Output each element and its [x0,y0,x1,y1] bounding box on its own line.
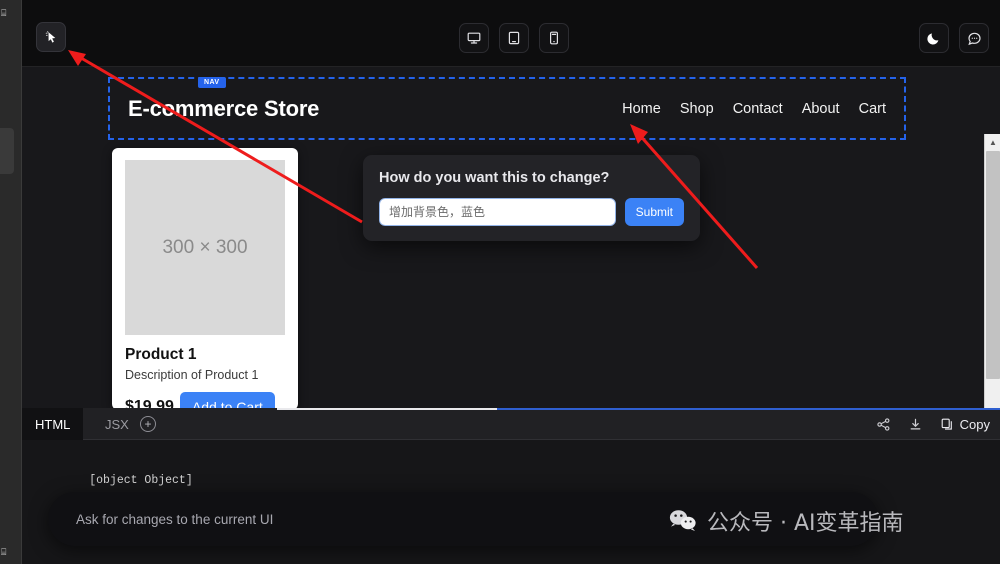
product-price: $19.99 [125,398,174,408]
nav-link-cart[interactable]: Cart [859,101,886,117]
rail-glyph-top: ⌸ [1,8,7,18]
watermark-text: 公众号 · AI变革指南 [707,511,904,536]
chat-bubble-icon[interactable] [959,23,989,53]
preview-toolbar [22,0,1000,67]
submit-button[interactable]: Submit [624,198,684,226]
mobile-icon[interactable] [539,23,569,53]
preview-pane: NAV E-commerce Store Home Shop Contact A… [22,0,1000,408]
brand-title: E-commerce Store [128,95,320,121]
dialog-title: How do you want this to change? [379,170,610,186]
wechat-icon [669,510,696,531]
product-image-placeholder: 300 × 300 [125,160,285,335]
nav-link-contact[interactable]: Contact [733,101,783,117]
tab-html[interactable]: HTML [22,408,84,440]
product-footer: $19.99 Add to Cart [125,392,285,408]
dialog-input-row: Submit [379,198,684,226]
tablet-icon[interactable] [499,23,529,53]
rail-active-chip[interactable] [0,128,14,174]
selection-badge: NAV [198,77,227,88]
preview-scrollbar[interactable]: ▲ ▼ [984,134,1000,408]
chat-input-placeholder[interactable]: Ask for changes to the current UI [76,512,273,527]
site-header-nav[interactable]: NAV E-commerce Store Home Shop Contact A… [108,77,906,140]
editor-tabbar: HTML JSX + Copy [22,408,1000,440]
download-icon[interactable] [908,417,923,432]
product-card[interactable]: 300 × 300 Product 1 Description of Produ… [112,148,298,408]
add-to-cart-button[interactable]: Add to Cart [179,392,275,408]
share-icon[interactable] [876,417,891,432]
desktop-icon[interactable] [459,23,489,53]
product-description: Description of Product 1 [125,368,259,382]
scrollbar-thumb[interactable] [986,151,1000,379]
copy-label: Copy [959,416,990,432]
app-window: ⌸ ⌸ NAV E-commerce Store Home Shop Conta… [0,0,1000,564]
moon-icon[interactable] [919,23,949,53]
product-title: Product 1 [125,346,197,363]
rail-glyph-bottom: ⌸ [1,547,7,557]
change-request-input[interactable] [379,198,616,226]
wechat-watermark: 公众号 · AI变革指南 [668,505,904,537]
nav-links: Home Shop Contact About Cart [622,101,886,117]
editor-actions: Copy [876,408,990,440]
copy-icon [941,418,952,430]
change-request-dialog: How do you want this to change? Submit [363,155,700,241]
plus-circle-icon[interactable]: + [140,416,156,432]
left-app-rail: ⌸ ⌸ [0,0,22,564]
caret-up-icon[interactable]: ▲ [985,134,1000,150]
rendered-page-surface: NAV E-commerce Store Home Shop Contact A… [22,67,1000,408]
copy-button[interactable]: Copy [940,417,990,432]
cursor-select-icon[interactable] [36,22,66,52]
nav-link-shop[interactable]: Shop [680,101,714,117]
nav-link-home[interactable]: Home [622,101,661,117]
nav-link-about[interactable]: About [802,101,840,117]
tab-jsx[interactable]: JSX [92,408,142,440]
